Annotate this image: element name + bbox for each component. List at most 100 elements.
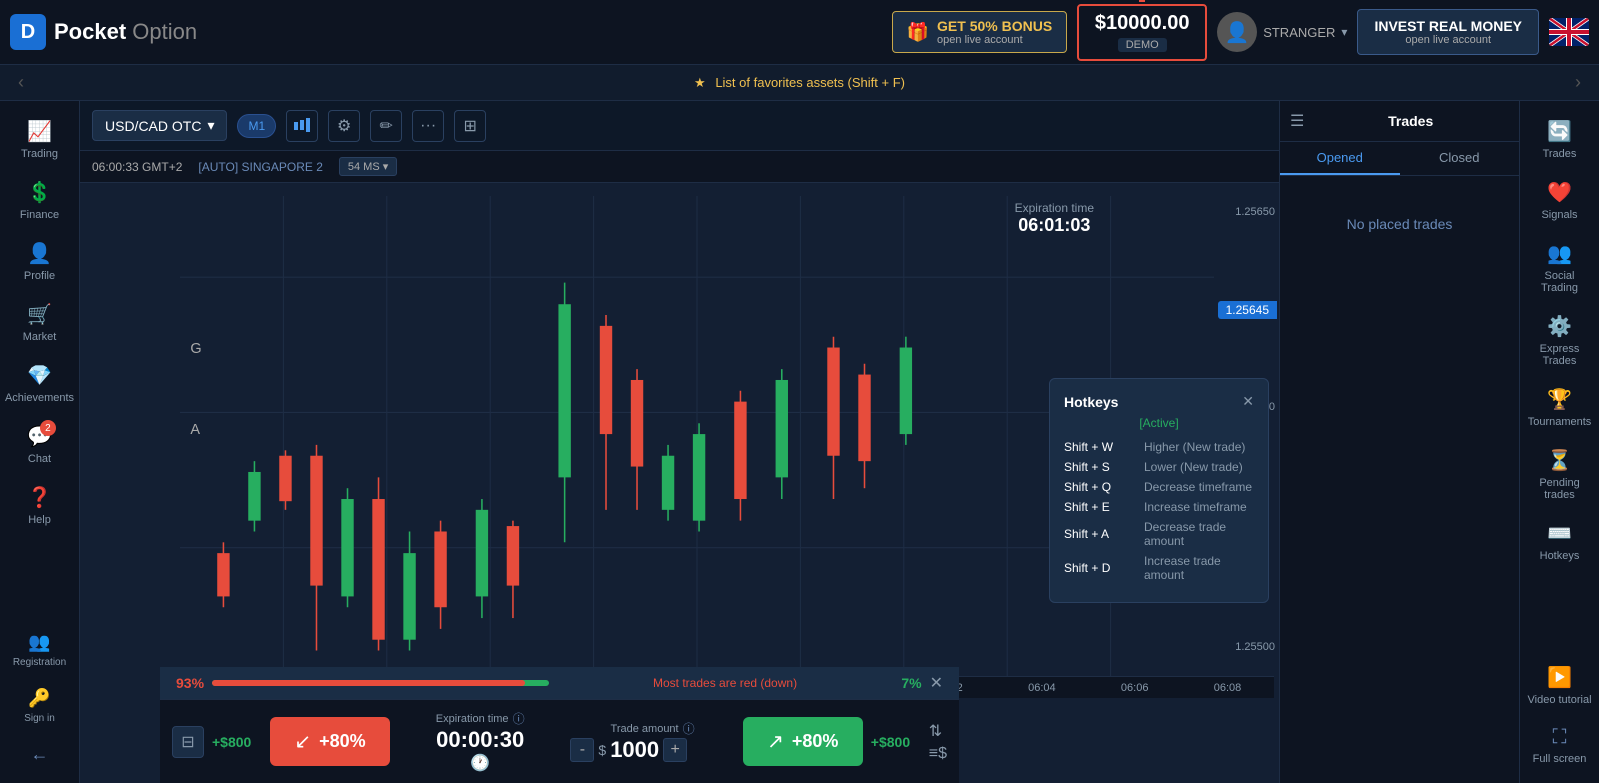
- trades-menu-icon[interactable]: ☰: [1290, 111, 1304, 131]
- draw-button[interactable]: ✏: [370, 110, 402, 142]
- expiration-section-label: Expiration time ⓘ: [398, 710, 562, 727]
- sidebar-item-profile[interactable]: 👤 Profile: [4, 233, 76, 290]
- user-button[interactable]: 👤 STRANGER ▾: [1217, 12, 1347, 52]
- avatar: 👤: [1217, 12, 1257, 52]
- pair-selector[interactable]: USD/CAD OTC ▾: [92, 110, 227, 141]
- amount-label: Trade amount ⓘ: [570, 720, 734, 737]
- sidebar-item-back[interactable]: ←: [4, 736, 76, 773]
- far-right-item-express-trades[interactable]: ⚙️ Express Trades: [1524, 306, 1596, 375]
- buy-button[interactable]: ↗ +80%: [743, 717, 863, 766]
- gift-icon: 🎁: [907, 22, 929, 43]
- bonus-button[interactable]: 🎁 GET 50% BONUS open live account: [892, 11, 1068, 53]
- sidebar-label-help: Help: [28, 514, 51, 526]
- expiration-label: Expiration time: [1015, 201, 1094, 215]
- far-right-label-social-trading: Social Trading: [1528, 270, 1592, 294]
- grid-button[interactable]: ⊞: [454, 110, 486, 142]
- sidebar-item-achievements[interactable]: 💎 Achievements: [4, 355, 76, 412]
- fullscreen-icon: ⛶: [1553, 726, 1567, 749]
- sidebar-label-market: Market: [23, 331, 57, 343]
- invest-button[interactable]: INVEST REAL MONEY open live account: [1357, 9, 1539, 55]
- sidebar-label-signin: Sign in: [24, 713, 55, 724]
- header: D Pocket Option 🎁 GET 50% BONUS open liv…: [0, 0, 1599, 65]
- far-right-label-pending-trades: Pending trades: [1528, 477, 1592, 501]
- current-price-badge: 1.25645: [1218, 301, 1277, 319]
- trend-close-button[interactable]: ✕: [930, 673, 943, 693]
- time-label-11: 06:06: [1121, 682, 1149, 694]
- ms-selector[interactable]: 54 MS ▾: [339, 157, 397, 176]
- hotkey-desc-4: Increase timeframe: [1144, 500, 1247, 514]
- tab-opened[interactable]: Opened: [1280, 142, 1400, 175]
- hotkey-key-3: Shift + Q: [1064, 480, 1144, 494]
- chat-icon-wrap: 💬 2: [27, 424, 52, 449]
- dollar2-icon[interactable]: ≡$: [929, 745, 947, 763]
- nav-right-arrow[interactable]: ›: [1567, 72, 1589, 93]
- sidebar-item-chat[interactable]: 💬 2 Chat: [4, 416, 76, 473]
- sidebar-label-trading: Trading: [21, 148, 58, 160]
- sort-icon[interactable]: ⇅: [929, 721, 947, 741]
- trade-controls: ⊟ +$800 ↙ +80% Expiration time ⓘ 00:00:3…: [160, 699, 959, 783]
- far-right-item-trades[interactable]: 🔄 Trades: [1524, 111, 1596, 168]
- hotkey-row-2: Shift + S Lower (New trade): [1064, 460, 1254, 474]
- clock-icon[interactable]: 🕐: [398, 753, 562, 773]
- hotkey-key-4: Shift + E: [1064, 500, 1144, 514]
- trades-panel: ☰ Trades Opened Closed No placed trades: [1279, 101, 1519, 783]
- balance-button[interactable]: $10000.00 DEMO: [1077, 4, 1207, 61]
- trend-red-percent: 93%: [176, 675, 204, 691]
- far-right-label-fullscreen: Full screen: [1533, 753, 1587, 765]
- registration-icon: 👥: [28, 632, 50, 653]
- sell-button[interactable]: ↙ +80%: [270, 717, 390, 766]
- sidebar-label-profile: Profile: [24, 270, 55, 282]
- far-right-item-fullscreen[interactable]: ⛶ Full screen: [1524, 718, 1596, 773]
- hotkey-desc-3: Decrease timeframe: [1144, 480, 1252, 494]
- chevron-down-icon: ▾: [207, 117, 214, 134]
- indicators-button[interactable]: ⚙: [328, 110, 360, 142]
- sidebar-item-help[interactable]: ❓ Help: [4, 477, 76, 534]
- collapse-button[interactable]: ⊟: [172, 726, 204, 758]
- sidebar-label-achievements: Achievements: [5, 392, 74, 404]
- favorites-text[interactable]: ★ List of favorites assets (Shift + F): [694, 75, 905, 91]
- server-time: 06:00:33 GMT+2: [92, 160, 182, 174]
- sidebar-item-signin[interactable]: 🔑 Sign in: [4, 680, 76, 732]
- username: STRANGER: [1263, 25, 1335, 40]
- sidebar-label-registration: Registration: [13, 657, 66, 668]
- amount-controls: - $ 1000 +: [570, 737, 734, 763]
- bottom-panel: 93% Most trades are red (down) 7% ✕ ⊟ +$…: [160, 667, 959, 783]
- amount-increase-button[interactable]: +: [663, 738, 687, 762]
- svg-text:G: G: [190, 341, 201, 357]
- hotkey-key-6: Shift + D: [1064, 561, 1144, 575]
- trades-header: ☰ Trades: [1280, 101, 1519, 142]
- balance-label: DEMO: [1118, 38, 1167, 52]
- timeframe-button[interactable]: M1: [237, 114, 276, 138]
- far-right-label-trades: Trades: [1543, 148, 1577, 160]
- main-layout: 📈 Trading 💲 Finance 👤 Profile 🛒 Market 💎…: [0, 101, 1599, 783]
- server-name: [AUTO] SINGAPORE 2: [198, 160, 322, 174]
- chart-type-button[interactable]: [286, 110, 318, 142]
- sidebar-label-chat: Chat: [28, 453, 51, 465]
- express-trades-icon: ⚙️: [1547, 314, 1572, 339]
- far-right-item-social-trading[interactable]: 👥 Social Trading: [1524, 233, 1596, 302]
- far-right-item-hotkeys[interactable]: ⌨️ Hotkeys: [1524, 513, 1596, 570]
- far-right-item-pending-trades[interactable]: ⏳ Pending trades: [1524, 440, 1596, 509]
- svg-text:A: A: [190, 422, 200, 438]
- far-right-sidebar: 🔄 Trades ❤️ Signals 👥 Social Trading ⚙️ …: [1519, 101, 1599, 783]
- logo-text: Pocket Option: [54, 19, 197, 45]
- sidebar-item-market[interactable]: 🛒 Market: [4, 294, 76, 351]
- flag-uk[interactable]: [1549, 18, 1589, 46]
- far-right-item-signals[interactable]: ❤️ Signals: [1524, 172, 1596, 229]
- hotkeys-close-button[interactable]: ✕: [1242, 393, 1254, 410]
- dollar-sign: $: [598, 742, 606, 758]
- hotkey-row-6: Shift + D Increase trade amount: [1064, 554, 1254, 582]
- far-right-item-video[interactable]: ▶️ Video tutorial: [1524, 657, 1596, 714]
- sidebar-item-trading[interactable]: 📈 Trading: [4, 111, 76, 168]
- sidebar-item-finance[interactable]: 💲 Finance: [4, 172, 76, 229]
- buy-percent: +80%: [792, 731, 839, 752]
- social-trading-icon: 👥: [1547, 241, 1572, 266]
- bonus-title: GET 50% BONUS: [937, 18, 1052, 34]
- amount-decrease-button[interactable]: -: [570, 738, 594, 762]
- nav-left-arrow[interactable]: ‹: [10, 72, 32, 93]
- sidebar-item-registration[interactable]: 👥 Registration: [4, 624, 76, 676]
- far-right-label-video: Video tutorial: [1528, 694, 1592, 706]
- far-right-item-tournaments[interactable]: 🏆 Tournaments: [1524, 379, 1596, 436]
- more-button[interactable]: ···: [412, 110, 444, 142]
- tab-closed[interactable]: Closed: [1400, 142, 1520, 175]
